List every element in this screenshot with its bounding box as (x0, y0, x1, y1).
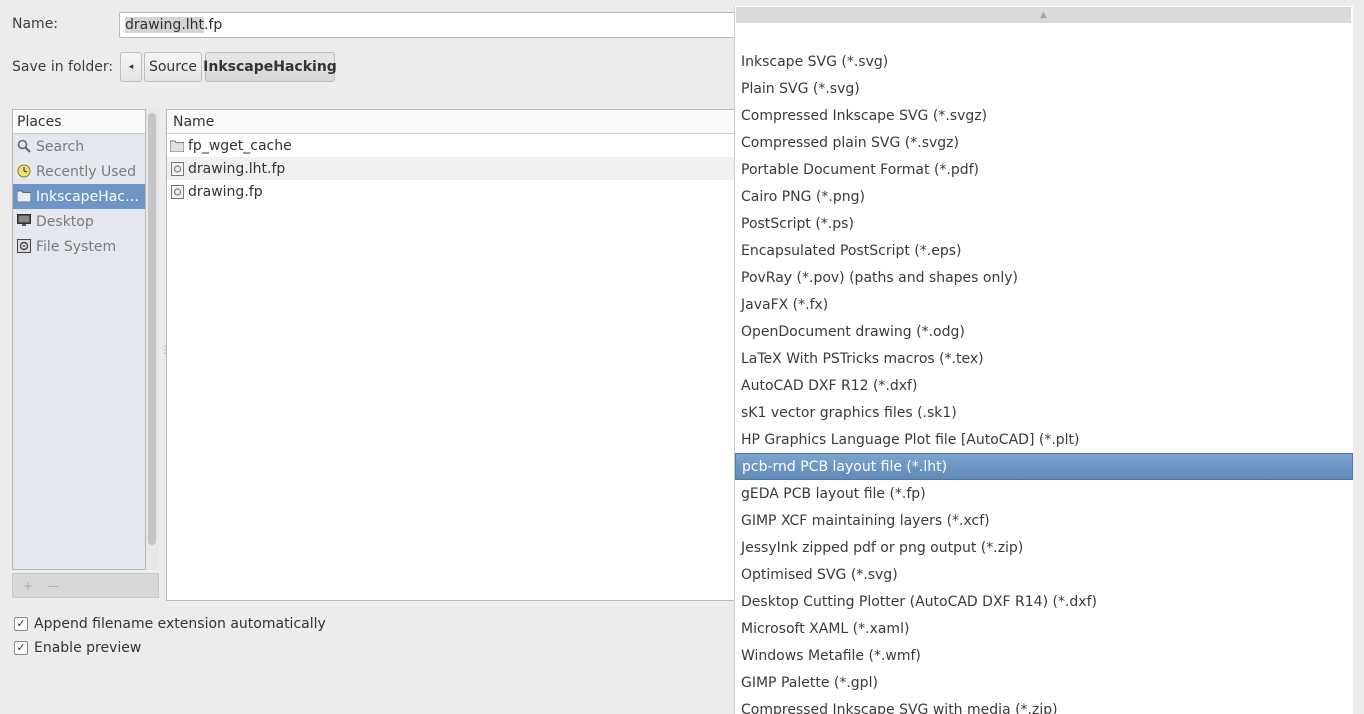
file-row[interactable]: fp_wget_cache (167, 134, 745, 157)
place-label: Search (36, 138, 85, 155)
enable-preview-checkbox[interactable]: ✓ (14, 641, 28, 655)
file-type-dropdown: ▲ Inkscape SVG (*.svg) Plain SVG (*.svg) C… (734, 6, 1353, 714)
file-type-option[interactable]: JessyInk zipped pdf or png output (*.zip… (735, 534, 1353, 561)
file-type-option[interactable]: Encapsulated PostScript (*.eps) (735, 237, 1353, 264)
places-panel: Places Search Recently Used InkscapeHac…… (12, 109, 146, 570)
filename-input[interactable]: drawing.lht.fp (119, 12, 759, 38)
place-inkscapehacking[interactable]: InkscapeHac… (13, 184, 145, 209)
file-type-option[interactable]: Windows Metafile (*.wmf) (735, 642, 1353, 669)
file-type-option[interactable]: PovRay (*.pov) (paths and shapes only) (735, 264, 1353, 291)
file-row[interactable]: drawing.fp (167, 180, 745, 203)
append-extension-option[interactable]: ✓ Append filename extension automaticall… (14, 616, 326, 632)
place-desktop[interactable]: Desktop (13, 209, 145, 234)
file-type-option[interactable]: pcb-rnd PCB layout file (*.lht) (735, 453, 1353, 480)
file-type-option[interactable]: Portable Document Format (*.pdf) (735, 156, 1353, 183)
file-type-option[interactable]: OpenDocument drawing (*.odg) (735, 318, 1353, 345)
place-search[interactable]: Search (13, 134, 145, 159)
places-scrollbar-thumb[interactable] (148, 113, 156, 545)
file-type-option[interactable]: Microsoft XAML (*.xaml) (735, 615, 1353, 642)
file-type-option[interactable]: JavaFX (*.fx) (735, 291, 1353, 318)
left-arrow-icon: ◂ (128, 62, 134, 72)
place-file-system[interactable]: File System (13, 234, 145, 259)
file-type-option[interactable]: Plain SVG (*.svg) (735, 75, 1353, 102)
file-name: drawing.lht.fp (188, 160, 286, 177)
drive-icon (16, 238, 32, 255)
path-back-button[interactable]: ◂ (120, 52, 142, 82)
scroll-up-arrow-icon[interactable]: ▲ (736, 7, 1351, 23)
file-name: drawing.fp (188, 183, 263, 200)
filename-extension-text: .fp (204, 17, 223, 33)
place-label: File System (36, 238, 117, 255)
file-name: fp_wget_cache (188, 137, 292, 154)
append-extension-checkbox[interactable]: ✓ (14, 617, 28, 631)
file-type-option[interactable]: Desktop Cutting Plotter (AutoCAD DXF R14… (735, 588, 1353, 615)
file-type-option[interactable]: Compressed Inkscape SVG with media (*.zi… (735, 696, 1353, 714)
clock-icon (16, 164, 32, 180)
desktop-icon (16, 213, 32, 230)
file-icon (170, 161, 184, 176)
place-label: Desktop (36, 213, 94, 230)
folder-icon (16, 189, 32, 205)
add-bookmark-icon[interactable]: + (23, 579, 33, 593)
file-type-option[interactable]: GIMP XCF maintaining layers (*.xcf) (735, 507, 1353, 534)
file-type-option[interactable]: Inkscape SVG (*.svg) (735, 48, 1353, 75)
folder-icon (169, 139, 185, 153)
path-crumb-current[interactable]: InkscapeHacking (203, 52, 337, 82)
places-toolbar: + — (12, 573, 159, 598)
place-label: InkscapeHac… (36, 188, 139, 205)
search-icon (16, 139, 32, 155)
remove-bookmark-icon[interactable]: — (47, 579, 59, 593)
places-scrollbar[interactable] (146, 109, 159, 570)
files-panel: Name fp_wget_cache drawing.lht.fp drawin… (166, 109, 746, 601)
file-type-option[interactable]: sK1 vector graphics files (.sk1) (735, 399, 1353, 426)
file-type-list: Inkscape SVG (*.svg) Plain SVG (*.svg) Com… (735, 48, 1353, 714)
places-header[interactable]: Places (13, 110, 145, 134)
file-type-option[interactable]: AutoCAD DXF R12 (*.dxf) (735, 372, 1353, 399)
file-row[interactable]: drawing.lht.fp (167, 157, 745, 180)
place-recently-used[interactable]: Recently Used (13, 159, 145, 184)
file-icon (170, 184, 184, 199)
file-type-option[interactable]: gEDA PCB layout file (*.fp) (735, 480, 1353, 507)
file-type-option[interactable]: Optimised SVG (*.svg) (735, 561, 1353, 588)
file-type-option[interactable]: LaTeX With PSTricks macros (*.tex) (735, 345, 1353, 372)
file-type-option[interactable]: Compressed plain SVG (*.svgz) (735, 129, 1353, 156)
column-header-name[interactable]: Name (167, 110, 745, 134)
enable-preview-option[interactable]: ✓ Enable preview (14, 640, 141, 656)
file-type-option[interactable]: HP Graphics Language Plot file [AutoCAD]… (735, 426, 1353, 453)
filename-selected-text: drawing.lht (125, 17, 205, 33)
file-type-option[interactable]: GIMP Palette (*.gpl) (735, 669, 1353, 696)
save-in-folder-label: Save in folder: (12, 59, 114, 75)
place-label: Recently Used (36, 163, 137, 180)
enable-preview-label: Enable preview (34, 640, 142, 656)
file-type-option[interactable]: Compressed Inkscape SVG (*.svgz) (735, 102, 1353, 129)
file-type-option[interactable]: Cairo PNG (*.png) (735, 183, 1353, 210)
append-extension-label: Append filename extension automatically (34, 616, 326, 632)
name-label: Name: (12, 16, 59, 32)
file-type-option[interactable]: PostScript (*.ps) (735, 210, 1353, 237)
path-crumb-source[interactable]: Source (144, 52, 202, 82)
